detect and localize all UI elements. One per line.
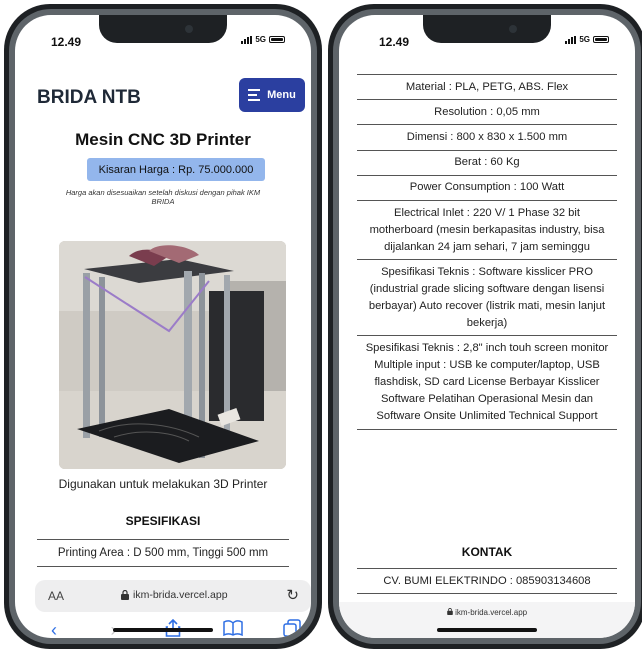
product-photo (59, 241, 286, 469)
product-title: Mesin CNC 3D Printer (75, 130, 251, 149)
phone-left: 12.49 5G BRIDA NTB Menu Mesin CNC 3D Pri… (4, 4, 322, 649)
spec-row: Material : PLA, PETG, ABS. Flex (357, 74, 617, 99)
url-field[interactable]: ikm-brida.vercel.app (121, 589, 228, 601)
spec-heading: SPESIFIKASI (125, 514, 201, 528)
spec-row: Resolution : 0,05 mm (357, 99, 617, 124)
tabs-icon[interactable] (277, 618, 307, 639)
status-time: 12.49 (379, 35, 410, 49)
phone-right: 12.49 5G Material : PLA, PETG, ABS. Flex… (328, 4, 642, 649)
status-indicators: 5G (241, 35, 285, 44)
home-indicator[interactable] (113, 628, 213, 632)
network-label: 5G (255, 35, 266, 44)
camera (185, 25, 193, 33)
printer-illustration (59, 241, 286, 469)
spec-row: Spesifikasi Teknis : Software kisslicer … (357, 259, 617, 335)
kontak-row: CV. BUMI ELEKTRINDO : 085903134608 (357, 568, 617, 594)
screen-left: 12.49 5G BRIDA NTB Menu Mesin CNC 3D Pri… (15, 15, 311, 638)
url-text: ikm-brida.vercel.app (133, 589, 228, 601)
price-badge: Kisaran Harga : Rp. 75.000.000 (87, 158, 265, 181)
network-label: 5G (579, 35, 590, 44)
battery-icon (269, 36, 285, 43)
kontak-heading: KONTAK (461, 545, 513, 559)
lock-icon (121, 590, 129, 600)
brand-logo[interactable]: BRIDA NTB (37, 87, 141, 109)
menu-label: Menu (267, 89, 296, 101)
reader-settings-button[interactable]: AA (48, 589, 64, 603)
url-text: ikm-brida.vercel.app (455, 608, 528, 617)
menu-button[interactable]: Menu (239, 78, 305, 112)
camera (509, 25, 517, 33)
spec-table: Material : PLA, PETG, ABS. Flex Resoluti… (357, 74, 617, 430)
product-caption: Digunakan untuk melakukan 3D Printer (58, 477, 268, 491)
signal-icon (241, 35, 253, 44)
screen-right: 12.49 5G Material : PLA, PETG, ABS. Flex… (339, 15, 635, 638)
status-indicators: 5G (565, 35, 609, 44)
reload-icon[interactable]: ↻ (286, 586, 299, 604)
spec-row: Dimensi : 800 x 830 x 1.500 mm (357, 124, 617, 149)
spec-row: Electrical Inlet : 220 V/ 1 Phase 32 bit… (357, 199, 617, 259)
signal-icon (565, 35, 577, 44)
spec-row: Power Consumption : 100 Watt (357, 174, 617, 200)
notch (99, 15, 227, 43)
home-indicator[interactable] (437, 628, 537, 632)
address-bar[interactable]: AA ikm-brida.vercel.app ↻ (35, 580, 311, 612)
url-field[interactable]: ikm-brida.vercel.app (339, 607, 635, 617)
battery-icon (593, 36, 609, 43)
spec-row: Berat : 60 Kg (357, 149, 617, 175)
back-icon[interactable]: ‹ (39, 620, 69, 639)
price-note: Harga akan disesuaikan setelah diskusi d… (65, 188, 261, 206)
lock-icon (447, 607, 453, 615)
browser-bottom-bar[interactable]: ikm-brida.vercel.app (339, 602, 635, 638)
notch (423, 15, 551, 43)
bookmarks-icon[interactable] (218, 619, 248, 639)
hamburger-icon (248, 89, 261, 101)
status-time: 12.49 (51, 35, 82, 49)
spec-row: Spesifikasi Teknis : 2,8" inch touh scre… (357, 335, 617, 430)
spec-row: Printing Area : D 500 mm, Tinggi 500 mm (37, 539, 289, 567)
